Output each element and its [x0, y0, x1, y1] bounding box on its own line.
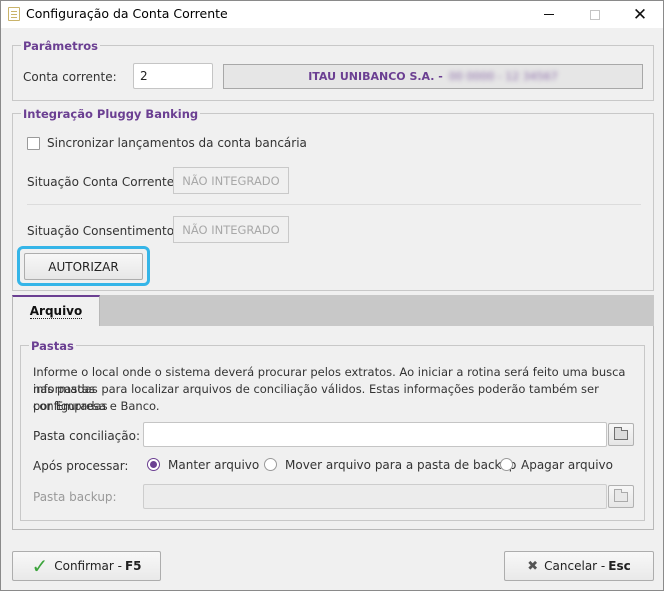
pastas-info-line-3: por Empresa e Banco. — [33, 399, 160, 413]
check-icon: ✓ — [31, 554, 49, 578]
authorize-button[interactable]: AUTORIZAR — [24, 253, 143, 280]
cancel-x-icon: ✖ — [527, 558, 539, 574]
browse-backup-button — [608, 485, 634, 508]
radio-mover-arquivo[interactable] — [264, 458, 277, 471]
pastas-legend: Pastas — [29, 339, 76, 353]
app-document-icon — [8, 7, 20, 21]
confirm-label: Confirmar - — [54, 559, 122, 573]
apos-processar-label: Após processar: — [33, 459, 129, 473]
situacao-conta-status: NÃO INTEGRADO — [173, 167, 289, 194]
pasta-backup-input — [143, 484, 607, 509]
pastas-group: Pastas Informe o local onde o sistema de… — [20, 339, 645, 521]
radio-manter-arquivo[interactable] — [147, 458, 160, 471]
pasta-conciliacao-input[interactable] — [143, 422, 607, 447]
bank-name-display: ITAU UNIBANCO S.A. - 00 0000 - 12 34567 — [223, 64, 643, 89]
folder-icon — [614, 426, 628, 440]
minimize-button[interactable] — [526, 1, 572, 28]
cancel-shortcut: Esc — [608, 559, 631, 573]
radio-apagar-arquivo[interactable] — [500, 458, 513, 471]
situacao-consentimento-status: NÃO INTEGRADO — [173, 216, 289, 243]
folder-icon — [614, 488, 628, 502]
situacao-conta-label: Situação Conta Corrente: — [27, 175, 179, 189]
pluggy-group: Integração Pluggy Banking Sincronizar la… — [12, 107, 654, 291]
pasta-conciliacao-label: Pasta conciliação: — [33, 429, 141, 443]
conta-corrente-input[interactable]: 2 — [133, 63, 213, 89]
radio-apagar-arquivo-label[interactable]: Apagar arquivo — [521, 458, 613, 472]
dialog-window: Configuração da Conta Corrente ✕ Parâmet… — [0, 0, 664, 591]
parametros-group: Parâmetros Conta corrente: 2 ITAU UNIBAN… — [12, 39, 654, 101]
sync-label[interactable]: Sincronizar lançamentos da conta bancári… — [47, 136, 307, 150]
window-title: Configuração da Conta Corrente — [26, 6, 228, 21]
cancel-button[interactable]: ✖ Cancelar - Esc — [504, 551, 654, 581]
tab-strip — [12, 295, 654, 326]
situacao-consentimento-label: Situação Consentimento: — [27, 224, 179, 238]
maximize-button[interactable] — [572, 1, 618, 28]
pluggy-separator — [27, 204, 641, 205]
confirm-shortcut: F5 — [124, 559, 142, 573]
title-bar: Configuração da Conta Corrente ✕ — [1, 1, 663, 28]
conta-corrente-label: Conta corrente: — [23, 70, 117, 84]
close-icon: ✕ — [632, 4, 648, 25]
browse-conciliacao-button[interactable] — [608, 423, 634, 446]
minimize-icon — [544, 14, 554, 15]
tab-arquivo-label: Arquivo — [29, 303, 83, 319]
bank-name: ITAU UNIBANCO S.A. - — [308, 70, 443, 83]
pluggy-legend: Integração Pluggy Banking — [21, 107, 201, 121]
pasta-backup-label: Pasta backup: — [33, 490, 117, 504]
parametros-legend: Parâmetros — [21, 39, 101, 53]
cancel-label: Cancelar - — [544, 559, 606, 573]
maximize-icon — [590, 9, 600, 20]
tab-arquivo[interactable]: Arquivo — [12, 295, 100, 326]
sync-checkbox[interactable] — [27, 137, 40, 150]
confirm-button[interactable]: ✓ Confirmar - F5 — [12, 551, 161, 581]
close-button[interactable]: ✕ — [617, 1, 663, 28]
radio-mover-arquivo-label[interactable]: Mover arquivo para a pasta de backup — [285, 458, 516, 472]
radio-manter-arquivo-label[interactable]: Manter arquivo — [168, 458, 259, 472]
bank-account-detail: 00 0000 - 12 34567 — [448, 70, 558, 83]
